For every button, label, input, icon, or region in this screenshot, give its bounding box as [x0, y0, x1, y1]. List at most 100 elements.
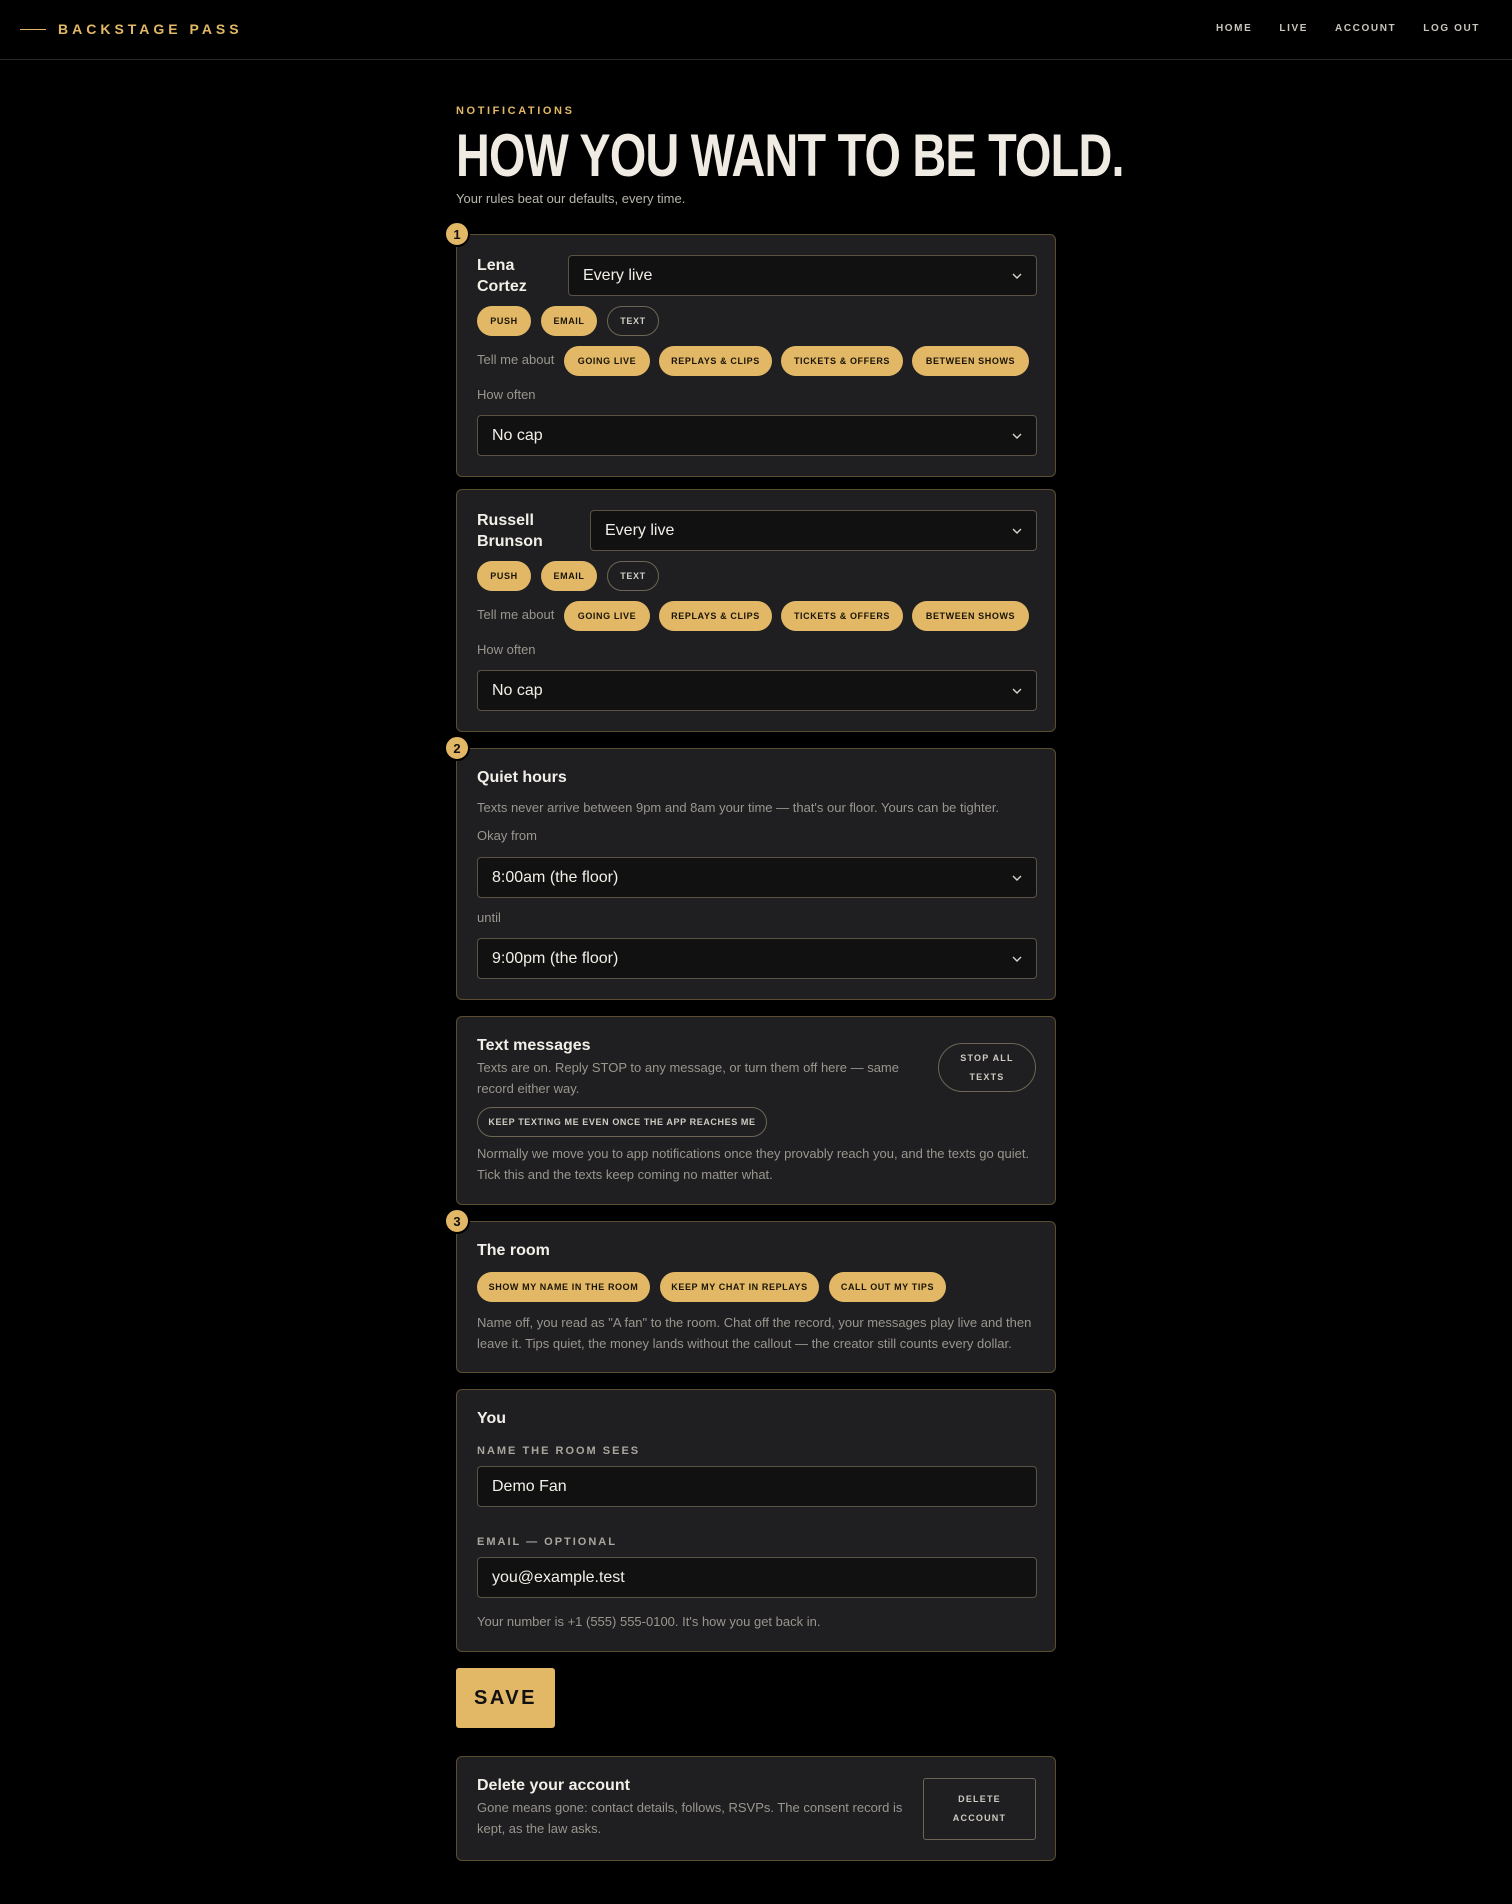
- the-room-note-line: Name off, you read as "A fan" to the roo…: [477, 1315, 1032, 1330]
- how-often-label: How often: [477, 387, 536, 402]
- chevron-down-icon: [1012, 688, 1022, 694]
- how-often-label: How often: [477, 642, 536, 657]
- text-messages-description: Texts are on. Reply STOP to any message,…: [477, 1057, 899, 1099]
- save-button[interactable]: SAVE: [456, 1668, 555, 1728]
- keep-texting-toggle[interactable]: KEEP TEXTING ME EVEN ONCE THE APP REACHE…: [477, 1107, 767, 1137]
- step-badge-2: 2: [444, 735, 470, 761]
- brand[interactable]: BACKSTAGE PASS: [20, 21, 243, 37]
- topic-between-shows-toggle[interactable]: BETWEEN SHOWS: [912, 601, 1029, 631]
- delete-account-description-line: kept, as the law asks.: [477, 1821, 602, 1836]
- the-room-card: 3 The room SHOW MY NAME IN THE ROOM KEEP…: [444, 1208, 1056, 1373]
- delete-account-card: Delete your account Gone means gone: con…: [456, 1756, 1056, 1861]
- brand-name: BACKSTAGE PASS: [58, 21, 243, 37]
- topic-between-shows-toggle[interactable]: BETWEEN SHOWS: [912, 346, 1029, 376]
- text-messages-description-line: Texts are on. Reply STOP to any message,…: [477, 1060, 899, 1075]
- text-messages-title: Text messages: [477, 1037, 591, 1054]
- text-messages-note: Normally we move you to app notification…: [477, 1143, 1029, 1185]
- the-room-title: The room: [477, 1242, 550, 1259]
- the-room-note-line: leave it. Tips quiet, the money lands wi…: [477, 1336, 1012, 1351]
- topic-tickets-offers-toggle[interactable]: TICKETS & OFFERS: [781, 601, 903, 631]
- delete-account-title: Delete your account: [477, 1777, 630, 1794]
- delete-account-button-label: DELETE: [958, 1794, 1001, 1804]
- topic-replays-clips-toggle[interactable]: REPLAYS & CLIPS: [659, 346, 772, 376]
- channel-email-toggle[interactable]: EMAIL: [541, 306, 597, 336]
- frequency-select[interactable]: Every live: [590, 510, 1037, 551]
- text-messages-card: Text messages Texts are on. Reply STOP t…: [456, 1016, 1056, 1205]
- cap-value: No cap: [492, 426, 543, 444]
- step-badge-1: 1: [444, 221, 470, 247]
- topic-going-live-toggle[interactable]: GOING LIVE: [564, 601, 650, 631]
- nav-live[interactable]: LIVE: [1279, 23, 1308, 34]
- until-label: until: [477, 910, 501, 925]
- delete-account-button-label: ACCOUNT: [952, 1813, 1007, 1823]
- topic-going-live-toggle[interactable]: GOING LIVE: [564, 346, 650, 376]
- quiet-from-select[interactable]: 8:00am (the floor): [477, 857, 1037, 898]
- quiet-hours-card: 2 Quiet hours Texts never arrive between…: [444, 735, 1056, 1000]
- channel-email-toggle[interactable]: EMAIL: [541, 561, 597, 591]
- text-messages-note-line: Tick this and the texts keep coming no m…: [477, 1167, 773, 1182]
- quiet-hours-title: Quiet hours: [477, 769, 567, 786]
- nav-log-out[interactable]: LOG OUT: [1423, 23, 1480, 34]
- main-nav: HOME LIVE ACCOUNT LOG OUT: [1216, 23, 1480, 34]
- chevron-down-icon: [1012, 433, 1022, 439]
- quiet-hours-description: Texts never arrive between 9pm and 8am y…: [477, 800, 1000, 815]
- creator-name: Lena Cortez: [477, 255, 527, 297]
- cap-value: No cap: [492, 681, 543, 699]
- frequency-value: Every live: [583, 266, 653, 284]
- channel-text-toggle[interactable]: TEXT: [607, 561, 659, 591]
- you-title: You: [477, 1410, 507, 1427]
- chevron-down-icon: [1012, 875, 1022, 881]
- chevron-down-icon: [1012, 528, 1022, 534]
- channel-text-toggle[interactable]: TEXT: [607, 306, 659, 336]
- creator-last-name: Brunson: [477, 533, 543, 550]
- okay-from-label: Okay from: [477, 828, 537, 843]
- quiet-until-value: 9:00pm (the floor): [492, 949, 619, 967]
- room-name-input[interactable]: Demo Fan: [477, 1466, 1037, 1507]
- cap-select[interactable]: No cap: [477, 415, 1037, 456]
- page-title: HOW YOU WANT TO BE TOLD.: [456, 122, 1124, 189]
- name-field-label: NAME THE ROOM SEES: [477, 1445, 641, 1457]
- keep-chat-toggle[interactable]: KEEP MY CHAT IN REPLAYS: [660, 1272, 819, 1302]
- quiet-until-select[interactable]: 9:00pm (the floor): [477, 938, 1037, 979]
- topic-tickets-offers-toggle[interactable]: TICKETS & OFFERS: [781, 346, 903, 376]
- call-out-tips-toggle[interactable]: CALL OUT MY TIPS: [829, 1272, 946, 1302]
- delete-account-description: Gone means gone: contact details, follow…: [477, 1797, 902, 1839]
- chevron-down-icon: [1012, 273, 1022, 279]
- stop-all-texts-button[interactable]: STOP ALL TEXTS: [938, 1043, 1036, 1092]
- frequency-select[interactable]: Every live: [568, 255, 1037, 296]
- text-messages-note-line: Normally we move you to app notification…: [477, 1146, 1030, 1161]
- page-subtitle: Your rules beat our defaults, every time…: [456, 191, 686, 206]
- creator-first-name: Russell: [477, 512, 534, 529]
- top-bar: BACKSTAGE PASS HOME LIVE ACCOUNT LOG OUT: [0, 0, 1512, 60]
- the-room-note: Name off, you read as "A fan" to the roo…: [477, 1312, 1031, 1354]
- brand-rule: [20, 28, 46, 30]
- creator-card-russell-brunson: Russell Brunson Every live PUSH EMAIL TE…: [456, 489, 1056, 732]
- channel-push-toggle[interactable]: PUSH: [477, 561, 531, 591]
- stop-all-texts-label: STOP ALL: [960, 1052, 1014, 1063]
- step-badge-3: 3: [444, 1208, 470, 1234]
- cap-select[interactable]: No cap: [477, 670, 1037, 711]
- topic-replays-clips-toggle[interactable]: REPLAYS & CLIPS: [659, 601, 772, 631]
- chevron-down-icon: [1012, 956, 1022, 962]
- quiet-from-value: 8:00am (the floor): [492, 868, 619, 886]
- you-card: You NAME THE ROOM SEES Demo Fan EMAIL — …: [456, 1389, 1056, 1652]
- delete-account-button[interactable]: DELETE ACCOUNT: [923, 1778, 1036, 1840]
- text-messages-description-line: record either way.: [477, 1081, 580, 1096]
- creator-last-name: Cortez: [477, 278, 527, 295]
- page-eyebrow: NOTIFICATIONS: [456, 105, 575, 117]
- channel-push-toggle[interactable]: PUSH: [477, 306, 531, 336]
- show-name-toggle[interactable]: SHOW MY NAME IN THE ROOM: [477, 1272, 650, 1302]
- nav-account[interactable]: ACCOUNT: [1335, 23, 1396, 34]
- delete-account-description-line: Gone means gone: contact details, follow…: [477, 1800, 903, 1815]
- email-field-label: EMAIL — OPTIONAL: [477, 1536, 617, 1548]
- frequency-value: Every live: [605, 521, 675, 539]
- email-input[interactable]: you@example.test: [477, 1557, 1037, 1598]
- nav-home[interactable]: HOME: [1216, 23, 1252, 34]
- phone-number-note: Your number is +1 (555) 555-0100. It's h…: [477, 1614, 821, 1629]
- creator-card-lena-cortez: 1 Lena Cortez Every live PUSH EMAIL TEXT…: [444, 221, 1056, 477]
- tell-me-about-label: Tell me about: [477, 352, 555, 367]
- tell-me-about-label: Tell me about: [477, 607, 555, 622]
- stop-all-texts-label: TEXTS: [969, 1071, 1005, 1082]
- creator-name: Russell Brunson: [477, 510, 543, 552]
- creator-first-name: Lena: [477, 257, 515, 274]
